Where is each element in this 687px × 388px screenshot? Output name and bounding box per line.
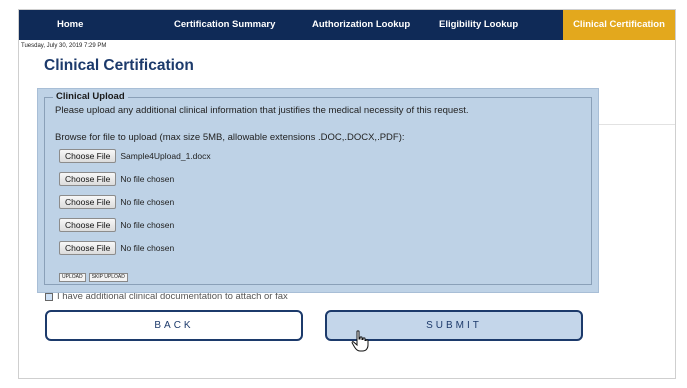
clinical-upload-panel: Clinical Upload Please upload any additi… <box>37 88 599 293</box>
file-input-row: Choose File No file chosen <box>59 218 174 232</box>
file-name: No file chosen <box>120 197 175 207</box>
file-input-row: Choose File No file chosen <box>59 241 174 255</box>
choose-file-button[interactable]: Choose File <box>59 149 117 163</box>
file-name: No file chosen <box>120 174 175 184</box>
nav-eligibility-lookup[interactable]: Eligibility Lookup <box>439 10 518 40</box>
browse-label: Browse for file to upload (max size 5MB,… <box>55 132 405 143</box>
hand-pointer-icon <box>351 330 369 352</box>
nav-home[interactable]: Home <box>57 10 83 40</box>
top-nav: Home Certification Summary Authorization… <box>19 10 675 40</box>
additional-docs-checkbox[interactable] <box>45 292 53 301</box>
clinical-upload-fieldset: Clinical Upload Please upload any additi… <box>44 91 592 285</box>
back-button[interactable]: BACK <box>45 310 303 341</box>
choose-file-button[interactable]: Choose File <box>59 218 117 232</box>
file-name: Sample4Upload_1.docx <box>120 151 211 161</box>
nav-clinical-certification[interactable]: Clinical Certification <box>563 10 675 40</box>
choose-file-button[interactable]: Choose File <box>59 172 117 186</box>
nav-authorization-lookup[interactable]: Authorization Lookup <box>312 10 410 40</box>
datestamp: Tuesday, July 30, 2019 7:29 PM <box>21 43 107 49</box>
clinical-upload-legend: Clinical Upload <box>53 91 128 102</box>
file-name: No file chosen <box>120 220 175 230</box>
file-input-row: Choose File Sample4Upload_1.docx <box>59 149 211 163</box>
page-title: Clinical Certification <box>44 57 194 74</box>
nav-certification-summary[interactable]: Certification Summary <box>174 10 275 40</box>
upload-instructions: Please upload any additional clinical in… <box>55 105 469 116</box>
file-name: No file chosen <box>120 243 175 253</box>
choose-file-button[interactable]: Choose File <box>59 195 117 209</box>
upload-actions: UPLOAD SKIP UPLOAD <box>59 273 128 282</box>
skip-upload-button[interactable]: SKIP UPLOAD <box>88 273 128 282</box>
app-window: Home Certification Summary Authorization… <box>18 9 676 379</box>
choose-file-button[interactable]: Choose File <box>59 241 117 255</box>
file-input-row: Choose File No file chosen <box>59 172 174 186</box>
divider <box>599 124 675 125</box>
upload-button[interactable]: UPLOAD <box>59 273 86 282</box>
file-input-row: Choose File No file chosen <box>59 195 174 209</box>
